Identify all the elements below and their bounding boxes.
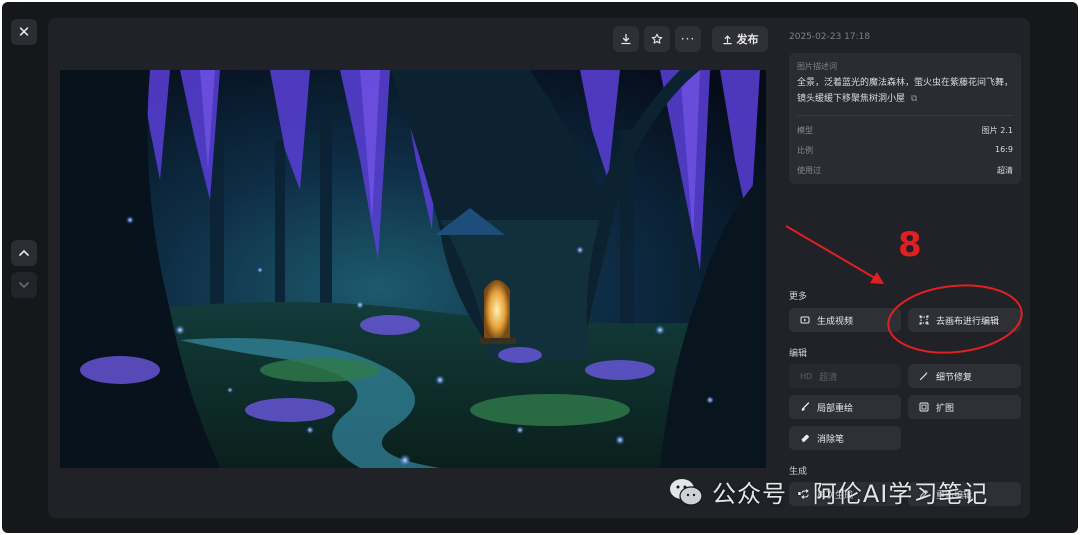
- meta-value: 16:9: [995, 145, 1013, 154]
- meta-label: 比例: [797, 146, 813, 155]
- upscale-button[interactable]: HD 超清: [789, 364, 901, 388]
- meta-row-ratio: 比例 16:9: [797, 145, 1013, 156]
- generate-video-label: 生成视频: [817, 316, 854, 327]
- generate-video-button[interactable]: 生成视频: [789, 308, 901, 332]
- wechat-logo-icon: [670, 478, 703, 506]
- meta-row-used: 使用过 超清: [797, 165, 1013, 176]
- publish-label: 发布: [736, 33, 759, 46]
- meta-row-model: 模型 图片 2.1: [797, 125, 1013, 136]
- section-more-title: 更多: [789, 292, 808, 302]
- meta-value: 图片 2.1: [981, 126, 1013, 135]
- screen: ✕ ··· 发布 2025-02-23 17:18 图片描述词 全景，泛着蓝光的…: [0, 0, 1080, 535]
- eraser-label: 消除笔: [817, 434, 845, 445]
- favorite-button[interactable]: [644, 26, 670, 52]
- close-button[interactable]: ✕: [11, 19, 37, 45]
- canvas-edit-label: 去画布进行编辑: [936, 316, 1000, 327]
- meta-label: 使用过: [797, 166, 821, 175]
- eraser-icon: [801, 434, 809, 442]
- copy-icon[interactable]: ⧉: [911, 94, 917, 104]
- more-dots-icon: ···: [680, 32, 696, 46]
- brush-icon: [801, 402, 810, 411]
- canvas-edit-button[interactable]: 去画布进行编辑: [908, 308, 1021, 332]
- previous-image-button[interactable]: [11, 240, 37, 266]
- magic-forest-illustration: [60, 70, 766, 468]
- prompt-heading: 图片描述词: [797, 62, 837, 71]
- watermark-text: 公众号 · 阿伦AI学习笔记: [712, 480, 989, 508]
- detail-fix-button[interactable]: 细节修复: [908, 364, 1021, 388]
- inpaint-button[interactable]: 局部重绘: [789, 395, 901, 419]
- more-options-button[interactable]: ···: [675, 26, 701, 52]
- next-image-button[interactable]: [11, 272, 37, 298]
- meta-label: 模型: [797, 126, 813, 135]
- timestamp: 2025-02-23 17:18: [789, 32, 871, 42]
- expand-icon: [919, 402, 929, 412]
- canvas-icon: [919, 315, 929, 325]
- upload-icon: [722, 34, 732, 44]
- star-icon: [651, 33, 663, 44]
- watermark: 公众号 · 阿伦AI学习笔记: [668, 474, 988, 509]
- download-button[interactable]: [613, 26, 639, 52]
- expand-button[interactable]: 扩图: [908, 395, 1021, 419]
- prompt-text: 全景，泛着蓝光的魔法森林，萤火虫在紫藤花间飞舞，镜头缓缓下移聚焦树洞小屋: [797, 78, 1014, 104]
- magic-wand-icon: [919, 371, 928, 381]
- hd-badge: HD: [800, 371, 813, 381]
- eraser-button[interactable]: 消除笔: [789, 426, 901, 450]
- chevron-up-icon: [19, 249, 29, 256]
- prompt-description[interactable]: 全景，泛着蓝光的魔法森林，萤火虫在紫藤花间飞舞，镜头缓缓下移聚焦树洞小屋 ⧉: [797, 75, 1013, 107]
- info-divider: [797, 115, 1013, 116]
- chevron-down-icon: [19, 282, 29, 289]
- expand-label: 扩图: [936, 403, 955, 414]
- section-edit-title: 编辑: [789, 349, 808, 359]
- meta-value: 超清: [997, 166, 1013, 175]
- download-icon: [621, 33, 631, 45]
- close-icon: ✕: [17, 23, 31, 41]
- inpaint-label: 局部重绘: [817, 403, 854, 414]
- upscale-label: 超清: [819, 372, 838, 383]
- video-icon: [800, 316, 810, 324]
- generated-image: [60, 70, 766, 468]
- publish-button[interactable]: 发布: [712, 26, 768, 52]
- detail-fix-label: 细节修复: [936, 372, 973, 383]
